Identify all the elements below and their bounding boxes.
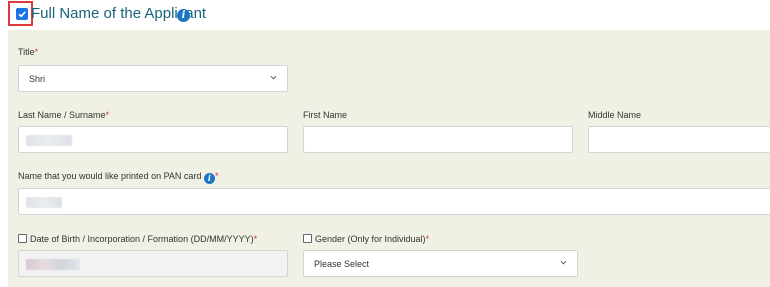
applicant-name-panel: Title* Shri Last Name / Surname* First N… bbox=[8, 30, 770, 287]
info-icon[interactable]: i bbox=[203, 173, 215, 184]
chevron-down-icon bbox=[560, 260, 567, 265]
chevron-down-icon bbox=[270, 75, 277, 80]
title-label: Title* bbox=[18, 47, 39, 57]
gender-checkbox[interactable] bbox=[303, 234, 312, 243]
section-header: Full Name of the Applicant i bbox=[0, 0, 770, 30]
title-select-value: Shri bbox=[29, 74, 46, 84]
info-icon[interactable]: i bbox=[177, 9, 190, 22]
middle-name-input[interactable] bbox=[588, 126, 770, 153]
redacted-value bbox=[26, 197, 62, 208]
first-name-label: First Name bbox=[303, 110, 348, 120]
gender-select[interactable]: Please Select bbox=[303, 250, 578, 277]
first-name-input[interactable] bbox=[303, 126, 573, 153]
dob-checkbox[interactable] bbox=[18, 234, 27, 243]
checkmark-icon bbox=[18, 11, 26, 18]
dob-label: Date of Birth / Incorporation / Formatio… bbox=[30, 234, 258, 244]
last-name-input[interactable] bbox=[18, 126, 288, 153]
redacted-value bbox=[26, 135, 72, 146]
title-select[interactable]: Shri bbox=[18, 65, 288, 92]
pan-name-label: Name that you would like printed on PAN … bbox=[18, 171, 219, 184]
gender-label: Gender (Only for Individual)* bbox=[315, 234, 430, 244]
dob-input[interactable] bbox=[18, 250, 288, 277]
middle-name-label: Middle Name bbox=[588, 110, 642, 120]
redacted-value bbox=[26, 259, 80, 270]
pan-name-input[interactable] bbox=[18, 188, 770, 215]
gender-select-value: Please Select bbox=[314, 259, 370, 269]
last-name-label: Last Name / Surname* bbox=[18, 110, 110, 120]
full-name-checkbox[interactable] bbox=[16, 8, 28, 20]
